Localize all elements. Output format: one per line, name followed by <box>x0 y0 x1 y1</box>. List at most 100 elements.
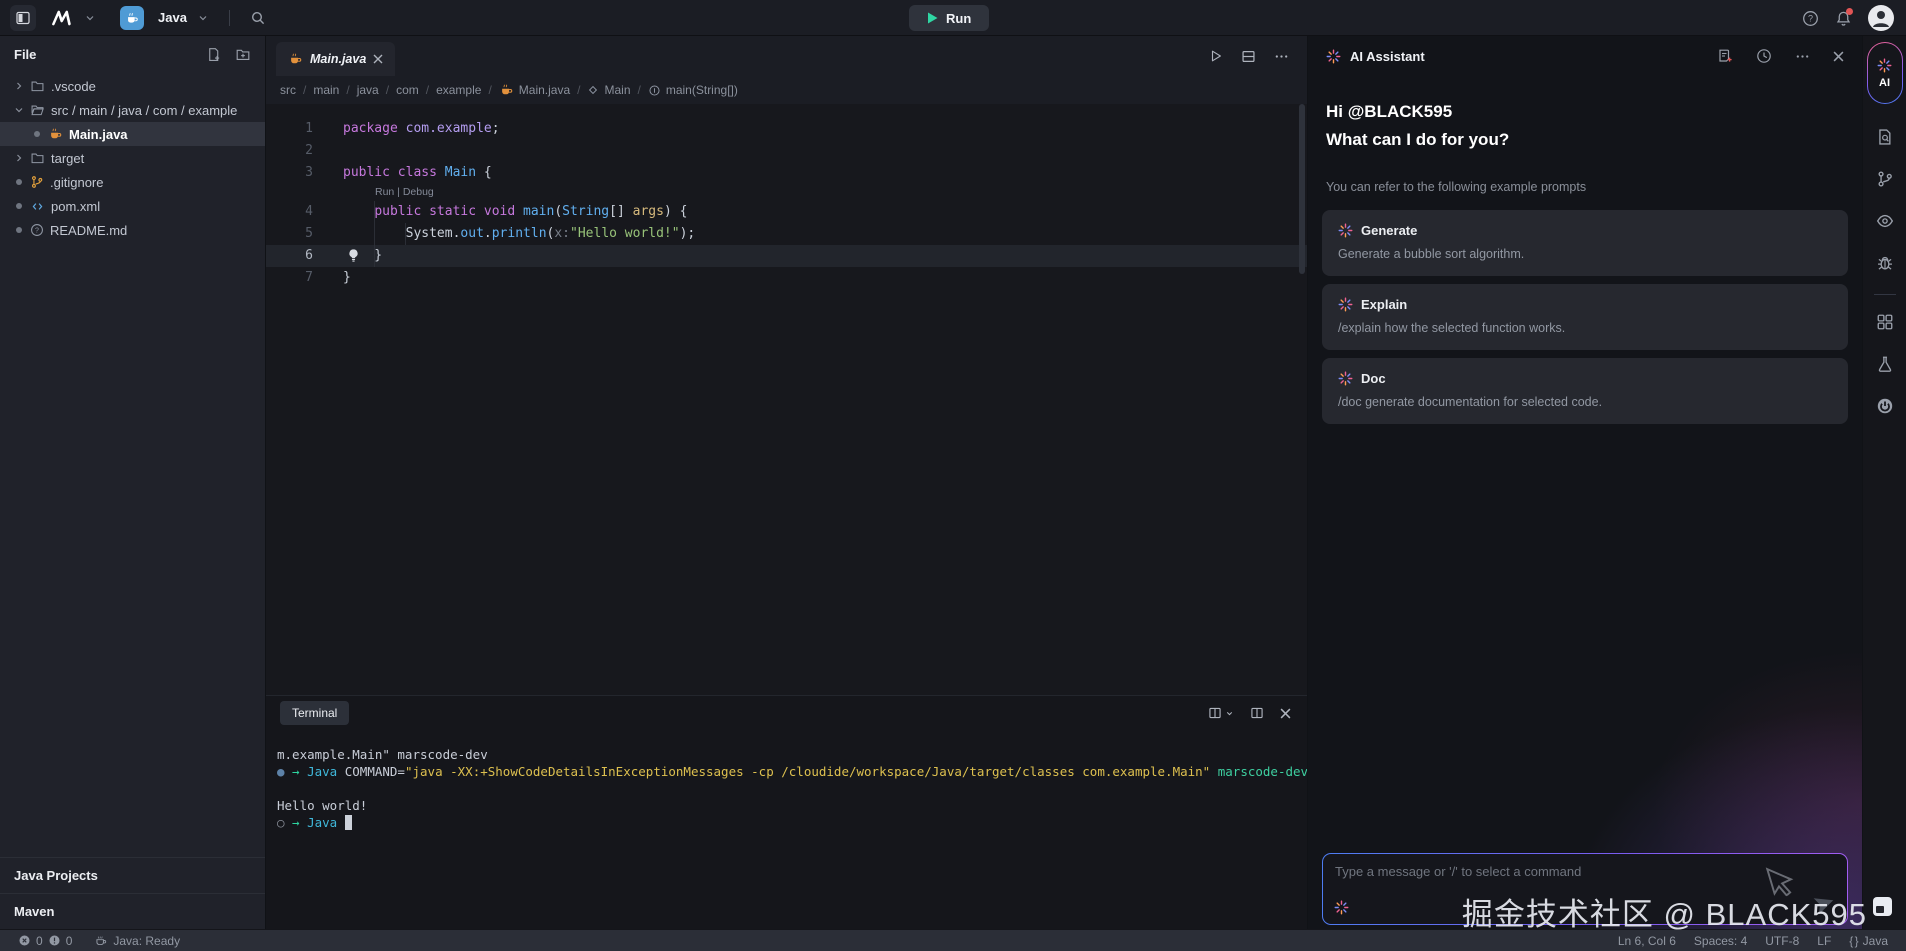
problems-indicator[interactable]: 0 0 <box>18 934 72 948</box>
card-description: Generate a bubble sort algorithm. <box>1338 247 1525 261</box>
terminal-line: Hello world! <box>277 798 368 813</box>
notifications-bell-icon[interactable] <box>1835 7 1853 27</box>
code-line-2[interactable]: 2 <box>266 140 1307 162</box>
search-icon[interactable] <box>250 10 266 26</box>
code-line-7[interactable]: 7} <box>266 267 1307 289</box>
ai-commands-icon[interactable] <box>1334 900 1349 915</box>
java-file-icon <box>288 52 303 66</box>
tab-main-java[interactable]: Main.java <box>276 42 396 76</box>
encoding[interactable]: UTF-8 <box>1765 934 1799 948</box>
breadcrumb-item[interactable]: src <box>280 83 296 97</box>
ai-more-icon[interactable] <box>1795 49 1810 64</box>
marscode-logo-icon[interactable] <box>52 9 74 27</box>
test-flask-icon[interactable] <box>1876 355 1894 373</box>
code-line-1[interactable]: 1 package com.example; <box>266 118 1307 140</box>
folder-open-icon <box>30 103 45 117</box>
section-label: Java Projects <box>14 868 98 883</box>
file-label: Main.java <box>69 126 128 142</box>
source-control-icon[interactable] <box>1876 170 1894 188</box>
toggle-sidebar-button[interactable] <box>10 4 36 31</box>
more-actions-icon[interactable] <box>1274 49 1289 64</box>
file-explorer-sidebar: File .vscode src / main / java / com / ex… <box>0 36 266 929</box>
sidebar-section-java-projects[interactable]: Java Projects <box>0 857 265 893</box>
status-bar: 0 0 Java: Ready Ln 6, Col 6 Spaces: 4 UT… <box>0 929 1906 951</box>
maximize-panel-icon[interactable] <box>1250 706 1264 720</box>
activity-ai-assistant[interactable]: AI <box>1866 42 1903 104</box>
split-terminal-icon[interactable] <box>1208 706 1234 720</box>
send-message-icon[interactable] <box>1813 892 1837 916</box>
new-chat-icon[interactable] <box>1717 48 1733 64</box>
ai-sparkle-icon <box>1326 49 1341 64</box>
run-button[interactable]: Run <box>909 5 990 31</box>
plugin-power-icon[interactable] <box>1876 397 1894 415</box>
ai-assistant-panel: AI Assistant Hi @BLACK595 What can I do … <box>1307 36 1862 929</box>
file-tree-item-src-main-java-com-example[interactable]: src / main / java / com / example <box>0 98 265 122</box>
sidebar-section-maven[interactable]: Maven <box>0 893 265 929</box>
tab-close-icon[interactable] <box>373 54 383 64</box>
code-icon <box>30 200 45 213</box>
breadcrumb-item[interactable]: com <box>396 83 419 97</box>
cursor-position[interactable]: Ln 6, Col 6 <box>1618 934 1676 948</box>
svg-text:?: ? <box>1808 13 1813 23</box>
help-icon[interactable]: ? <box>1802 10 1819 27</box>
ai-prompt-card-generate[interactable]: Generate Generate a bubble sort algorithm… <box>1322 210 1848 276</box>
breadcrumb-item[interactable]: main(String[]) <box>648 83 738 97</box>
warning-icon <box>49 935 60 946</box>
codelens-debug-link[interactable]: Debug <box>403 186 434 198</box>
file-tree-item--vscode[interactable]: .vscode <box>0 74 265 98</box>
code-line-3[interactable]: 3 public class Main { <box>266 162 1307 184</box>
ai-prompt-card-doc[interactable]: Doc/doc generate documentation for selec… <box>1322 358 1848 424</box>
language-mode[interactable]: { } Java <box>1849 934 1888 948</box>
breadcrumb-item[interactable]: java <box>357 83 379 97</box>
breadcrumb-item[interactable]: main <box>313 83 339 97</box>
code-line-5[interactable]: 5 System.out.println(x:"Hello world!"); <box>266 223 1307 245</box>
workspace-chevron-icon[interactable] <box>197 12 209 24</box>
debug-bug-icon[interactable] <box>1876 254 1894 272</box>
ai-greeting-question: What can I do for you? <box>1326 130 1510 149</box>
ai-sparkle-icon <box>1877 58 1892 73</box>
close-ai-panel-icon[interactable] <box>1833 51 1844 62</box>
code-review-eye-icon[interactable] <box>1876 212 1894 230</box>
ai-prompt-card-explain[interactable]: Explain/explain how the selected functio… <box>1322 284 1848 350</box>
terminal-tab[interactable]: Terminal <box>280 701 350 725</box>
indentation[interactable]: Spaces: 4 <box>1694 934 1747 948</box>
editor-scrollbar[interactable] <box>1299 104 1305 695</box>
file-tree-item--gitignore[interactable]: .gitignore <box>0 170 265 194</box>
logo-chevron-icon[interactable] <box>84 12 96 24</box>
terminal-output[interactable]: m.example.Main" marscode-dev ● → Java COM… <box>266 730 1308 929</box>
new-file-icon[interactable] <box>206 47 221 62</box>
codelens-run-link[interactable]: Run <box>375 186 394 198</box>
ai-message-input[interactable] <box>1323 854 1847 898</box>
java-status[interactable]: Java: Ready <box>94 934 180 948</box>
user-avatar[interactable] <box>1868 5 1894 31</box>
file-label: .vscode <box>51 78 96 94</box>
extensions-grid-icon[interactable] <box>1876 313 1894 331</box>
file-tree-item-target[interactable]: target <box>0 146 265 170</box>
sparkle-icon <box>1338 371 1353 386</box>
folder-icon <box>30 79 45 93</box>
breadcrumb-item[interactable]: example <box>436 83 481 97</box>
file-status-dot <box>16 179 22 185</box>
new-folder-icon[interactable] <box>235 47 251 62</box>
breadcrumb-item[interactable]: Main <box>587 83 631 97</box>
eol-sequence[interactable]: LF <box>1817 934 1831 948</box>
split-editor-icon[interactable] <box>1241 49 1256 64</box>
breadcrumb-item[interactable]: Main.java <box>499 83 570 97</box>
file-tree-item-readme-md[interactable]: ? README.md <box>0 218 265 242</box>
file-search-icon[interactable] <box>1876 128 1894 146</box>
file-tree-item-main-java[interactable]: Main.java <box>0 122 265 146</box>
card-description: /doc generate documentation for selected… <box>1338 395 1603 409</box>
ai-activity-label: AI <box>1879 76 1890 89</box>
chat-history-icon[interactable] <box>1756 48 1772 64</box>
java-workspace-icon[interactable] <box>120 5 144 30</box>
close-panel-icon[interactable] <box>1280 708 1291 719</box>
code-line-4[interactable]: 4 public static void main(String[] args)… <box>266 201 1307 223</box>
file-label: .gitignore <box>50 174 104 190</box>
run-file-icon[interactable] <box>1209 49 1223 63</box>
code-line-6[interactable]: 6 } <box>266 245 1307 267</box>
line-number: 7 <box>305 270 313 285</box>
terminal-panel: Terminal m.example.Main" marscode-dev ● … <box>266 695 1336 929</box>
workspace-name[interactable]: Java <box>158 10 187 25</box>
file-tree-item-pom-xml[interactable]: pom.xml <box>0 194 265 218</box>
code-editor[interactable]: 1 package com.example; 2 3 public class Main… <box>266 104 1307 695</box>
